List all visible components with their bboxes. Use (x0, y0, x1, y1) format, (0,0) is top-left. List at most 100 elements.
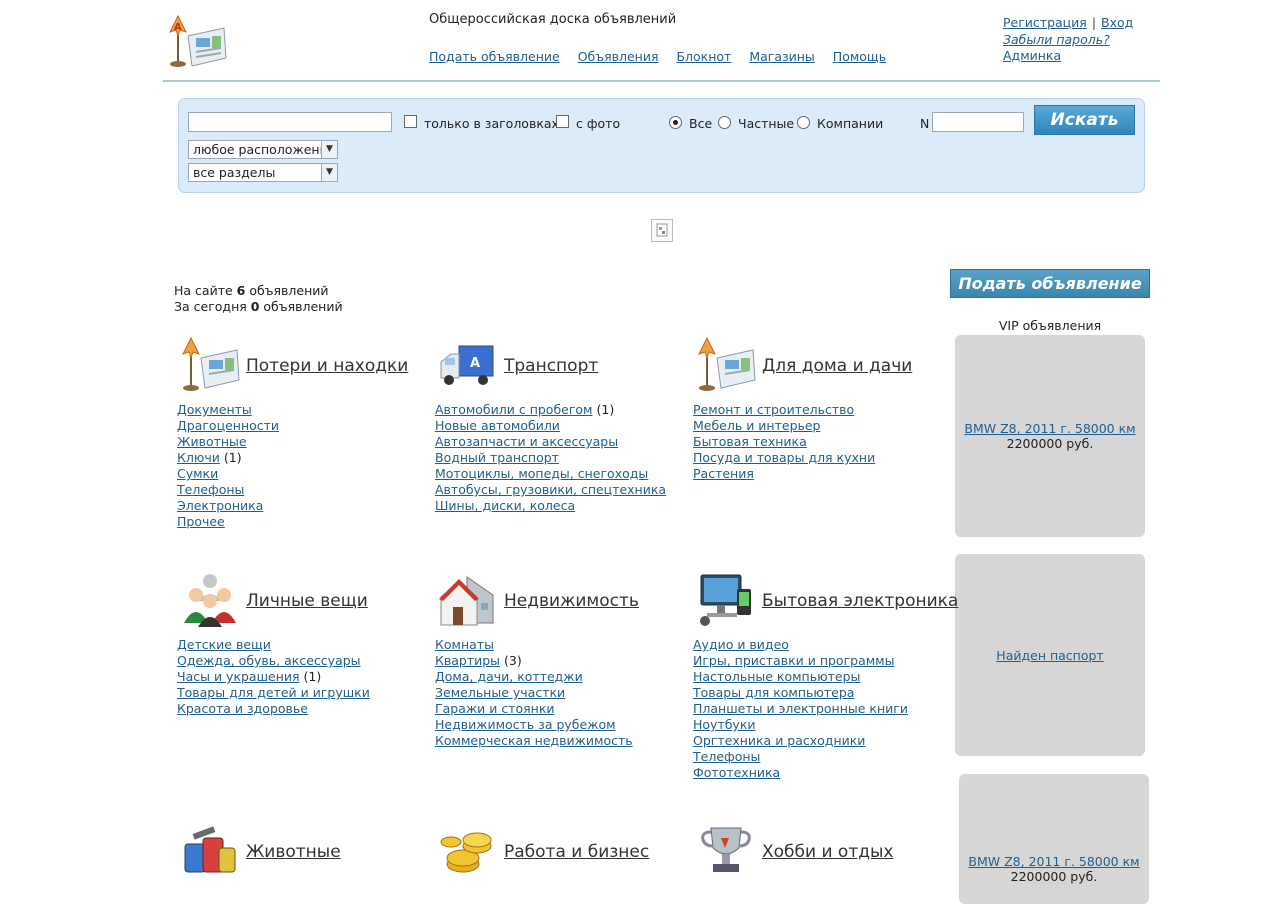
subcategory-link[interactable]: Аудио и видео (693, 637, 789, 652)
subcategory-link[interactable]: Дома, дачи, коттеджи (435, 669, 583, 684)
login-link[interactable]: Вход (1101, 15, 1133, 30)
subcategory-count: (1) (303, 669, 322, 684)
subcategory-link[interactable]: Товары для компьютера (693, 685, 854, 700)
site-logo[interactable]: A (166, 14, 228, 70)
vip-card-price: 2200000 руб. (1010, 869, 1098, 884)
with-photo-checkbox[interactable] (556, 115, 569, 128)
category-title[interactable]: Для дома и дачи (762, 356, 912, 376)
svg-text:A: A (470, 356, 480, 371)
vip-card-title[interactable]: Найден паспорт (955, 648, 1145, 663)
coins-icon (440, 832, 492, 873)
search-panel: только в заголовках с фото Все Частные К… (178, 98, 1145, 193)
radio-all[interactable] (669, 116, 682, 129)
subcategory-link[interactable]: Гаражи и стоянки (435, 701, 555, 716)
subcategory-link[interactable]: Ключи (177, 450, 220, 465)
category-title[interactable]: Личные вещи (246, 591, 368, 611)
subcategory-link[interactable]: Шины, диски, колеса (435, 498, 575, 513)
subcategory-link[interactable]: Сумки (177, 466, 218, 481)
subcategory-link[interactable]: Оргтехника и расходники (693, 733, 865, 748)
admin-link[interactable]: Админка (1003, 48, 1061, 63)
nav-post-ad[interactable]: Подать объявление (429, 49, 560, 64)
subcategory-link[interactable]: Новые автомобили (435, 418, 560, 433)
nav-ads[interactable]: Объявления (578, 49, 659, 64)
nav-shops[interactable]: Магазины (749, 49, 815, 64)
category-title[interactable]: Транспорт (504, 356, 598, 376)
subcategory-link[interactable]: Квартиры (435, 653, 500, 668)
subcategory-link[interactable]: Детские вещи (177, 637, 271, 652)
broken-image-icon (651, 219, 673, 242)
vip-card-title[interactable]: BMW Z8, 2011 г. 58000 км (959, 854, 1149, 869)
subcategory-link[interactable]: Красота и здоровье (177, 701, 308, 716)
category-personal: Личные вещи Детские вещи Одежда, обувь, … (177, 571, 427, 717)
subcategory-link[interactable]: Комнаты (435, 637, 494, 652)
subcategory-link[interactable]: Автозапчасти и аксессуары (435, 434, 618, 449)
separator: | (1091, 15, 1097, 30)
titles-only-checkbox[interactable] (404, 115, 417, 128)
category-title[interactable]: Бытовая электроника (762, 591, 958, 611)
subcategory-link[interactable]: Ремонт и строительство (693, 402, 854, 417)
subcategory-link[interactable]: Игры, приставки и программы (693, 653, 894, 668)
category-title[interactable]: Недвижимость (504, 591, 639, 611)
forgot-password-link[interactable]: Забыли пароль? (1003, 32, 1110, 47)
subcategory-link[interactable]: Документы (177, 402, 252, 417)
category-title[interactable]: Животные (246, 842, 341, 862)
computer-icon (700, 574, 751, 626)
nav-help[interactable]: Помощь (833, 49, 886, 64)
ad-number-input[interactable] (932, 112, 1024, 132)
vip-card[interactable]: BMW Z8, 2011 г. 58000 км 2200000 руб. (959, 774, 1149, 904)
subcategory-link[interactable]: Мебель и интерьер (693, 418, 821, 433)
subcategory-link[interactable]: Электроника (177, 498, 263, 513)
category-title[interactable]: Хобби и отдых (762, 842, 893, 862)
vip-title: VIP объявления (998, 318, 1102, 333)
subcategory-link[interactable]: Прочее (177, 514, 225, 529)
chevron-down-icon: ▼ (321, 141, 337, 158)
subcategory-link[interactable]: Планшеты и электронные книги (693, 701, 908, 716)
section-select[interactable]: все разделы ▼ (188, 163, 338, 182)
category-title[interactable]: Работа и бизнес (504, 842, 649, 862)
radio-companies[interactable] (797, 116, 810, 129)
subcategory-link[interactable]: Посуда и товары для кухни (693, 450, 875, 465)
board-pin-icon: A (169, 14, 227, 67)
vip-card[interactable]: Найден паспорт (955, 554, 1145, 756)
post-ad-button[interactable]: Подать объявление (950, 269, 1150, 298)
subcategory-link[interactable]: Часы и украшения (177, 669, 300, 684)
user-links: Регистрация | Вход Забыли пароль? Админка (1003, 15, 1133, 65)
subcategory-link[interactable]: Автомобили с пробегом (435, 402, 593, 417)
subcategory-link[interactable]: Настольные компьютеры (693, 669, 860, 684)
subcategory-link[interactable]: Телефоны (693, 749, 760, 764)
category-transport: A Транспорт Автомобили с пробегом (1) Но… (435, 336, 685, 514)
subcategory-link[interactable]: Товары для детей и игрушки (177, 685, 370, 700)
vip-card-title[interactable]: BMW Z8, 2011 г. 58000 км (955, 421, 1145, 436)
category-title[interactable]: Потери и находки (246, 356, 408, 376)
subcategory-link[interactable]: Фототехника (693, 765, 780, 780)
board-pin-icon (698, 336, 756, 391)
radio-private[interactable] (718, 116, 731, 129)
subcategory-link[interactable]: Драгоценности (177, 418, 279, 433)
subcategory-link[interactable]: Растения (693, 466, 754, 481)
chevron-down-icon: ▼ (321, 164, 337, 181)
subcategory-link[interactable]: Бытовая техника (693, 434, 807, 449)
subcategory-link[interactable]: Коммерческая недвижимость (435, 733, 633, 748)
subcategory-link[interactable]: Телефоны (177, 482, 244, 497)
subcategory-link[interactable]: Земельные участки (435, 685, 565, 700)
subcategory-link[interactable]: Недвижимость за рубежом (435, 717, 616, 732)
subcategory-count: (1) (223, 450, 242, 465)
subcategory-link[interactable]: Одежда, обувь, аксессуары (177, 653, 361, 668)
search-button[interactable]: Искать (1034, 105, 1135, 135)
radio-all-label: Все (689, 116, 713, 131)
subcategory-link[interactable]: Автобусы, грузовики, спецтехника (435, 482, 666, 497)
vip-card[interactable]: BMW Z8, 2011 г. 58000 км 2200000 руб. (955, 335, 1145, 537)
subcategory-link[interactable]: Ноутбуки (693, 717, 756, 732)
category-animals: Животные (177, 822, 427, 882)
location-select[interactable]: любое расположение ▼ (188, 140, 338, 159)
subcategory-link[interactable]: Мотоциклы, мопеды, снегоходы (435, 466, 648, 481)
nav-notepad[interactable]: Блокнот (676, 49, 731, 64)
trophy-icon (701, 827, 751, 872)
with-photo-label: с фото (576, 116, 621, 131)
register-link[interactable]: Регистрация (1003, 15, 1087, 30)
people-icon (184, 574, 236, 627)
subcategory-link[interactable]: Животные (177, 434, 247, 449)
search-input[interactable] (188, 112, 392, 132)
subcategory-link[interactable]: Водный транспорт (435, 450, 559, 465)
top-nav: Подать объявление Объявления Блокнот Маг… (429, 49, 900, 64)
